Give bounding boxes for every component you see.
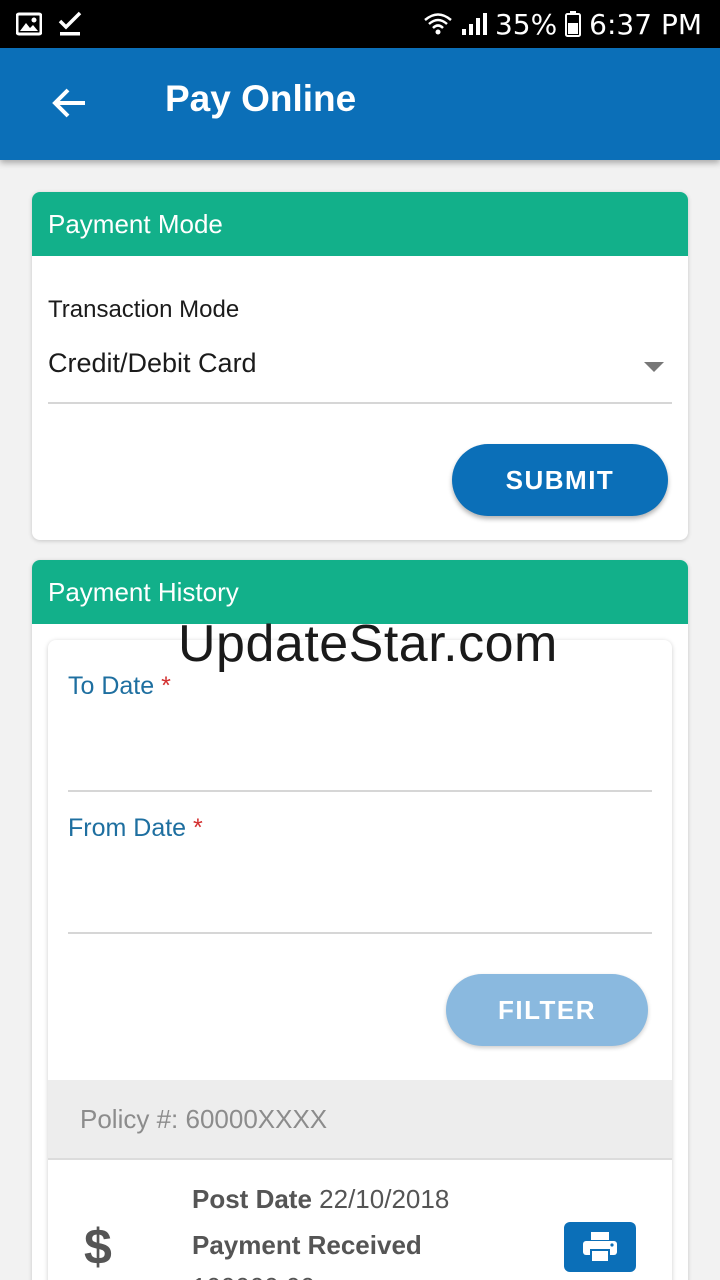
record-status: Payment Received [192, 1230, 422, 1260]
battery-percent: 35% [494, 7, 558, 41]
payment-mode-header: Payment Mode [32, 192, 688, 256]
post-date-value: 22/10/2018 [319, 1184, 450, 1214]
filter-button[interactable]: FILTER [446, 974, 648, 1046]
to-date-input[interactable] [68, 790, 652, 792]
printer-icon [583, 1232, 617, 1263]
policy-bar: Policy #: 60000XXXX [48, 1080, 672, 1160]
page-title: Pay Online [165, 78, 357, 119]
payment-record: $ Post Date 22/10/2018 Payment Received … [48, 1162, 672, 1280]
transaction-mode-label: Transaction Mode [48, 296, 240, 323]
to-date-label: To Date * [68, 672, 171, 701]
dollar-icon: $ [84, 1219, 112, 1275]
wifi-icon [423, 12, 453, 36]
app-bar: Pay Online [0, 48, 720, 160]
signal-icon [461, 12, 487, 36]
clock: 6:37 PM [589, 7, 702, 41]
required-marker: * [193, 814, 203, 842]
back-arrow-icon [52, 88, 85, 118]
print-button[interactable] [564, 1222, 636, 1272]
history-filter-panel: To Date * From Date * FILTER Policy #: 6… [48, 640, 672, 1280]
watermark: UpdateStar.com [178, 615, 558, 673]
to-date-label-text: To Date [68, 672, 155, 700]
post-date-label: Post Date [192, 1184, 312, 1214]
status-bar: 35% 6:37 PM [0, 0, 720, 48]
payment-mode-card: Payment Mode Transaction Mode Credit/Deb… [32, 192, 688, 540]
transaction-mode-select[interactable]: Credit/Debit Card [48, 348, 257, 379]
gallery-icon [16, 12, 42, 36]
task-done-icon [58, 11, 82, 37]
from-date-label-text: From Date [68, 814, 187, 842]
submit-button[interactable]: SUBMIT [452, 444, 668, 516]
policy-number: Policy #: 60000XXXX [80, 1104, 328, 1134]
status-right: 35% 6:37 PM [423, 8, 702, 41]
required-marker: * [161, 672, 171, 700]
record-amount: 100000.00 [192, 1272, 315, 1280]
from-date-label: From Date * [68, 814, 203, 843]
record-post-date: Post Date 22/10/2018 [192, 1184, 449, 1215]
dropdown-arrow-icon[interactable] [644, 362, 664, 372]
status-left [16, 11, 82, 37]
from-date-input[interactable] [68, 932, 652, 934]
select-underline [48, 402, 672, 404]
back-button[interactable] [40, 74, 98, 132]
battery-icon [565, 11, 582, 37]
